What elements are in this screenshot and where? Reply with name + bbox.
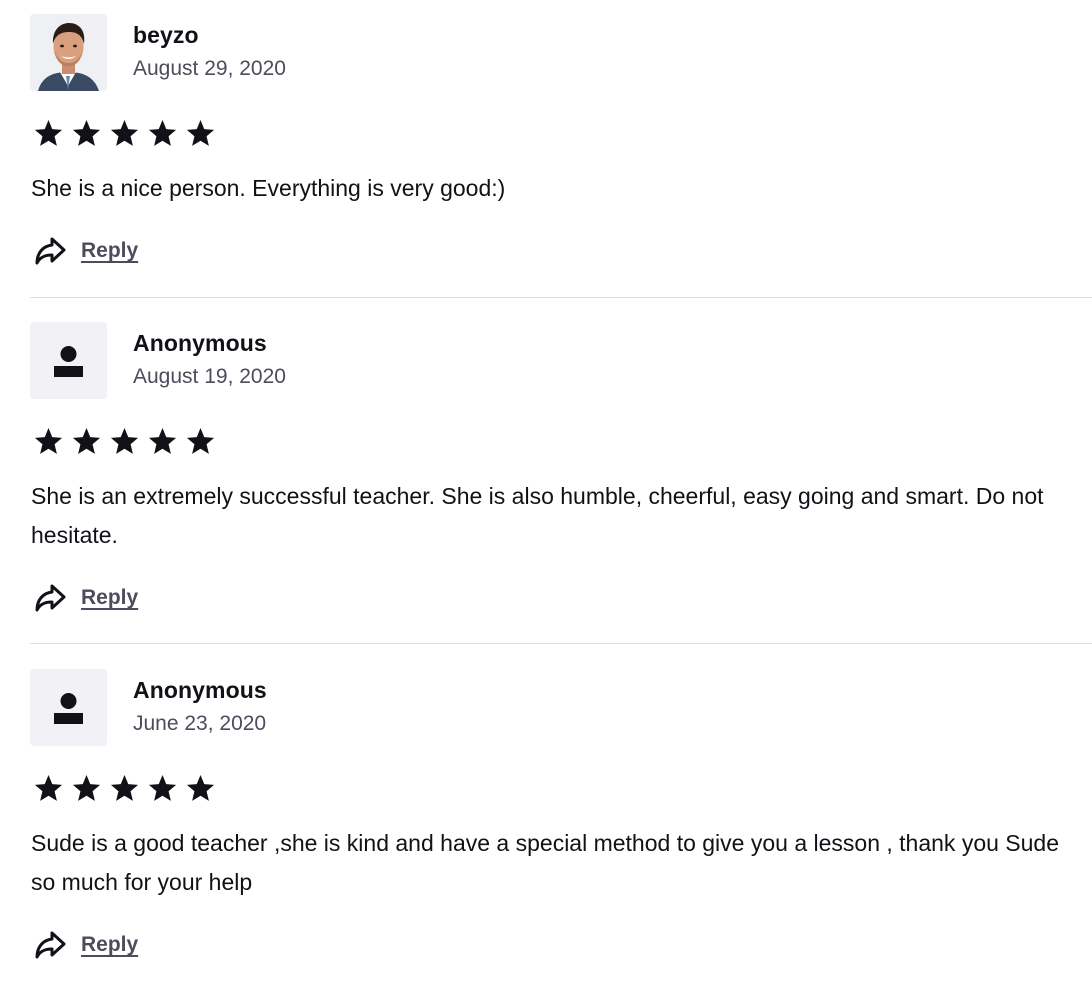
reply-arrow-icon [35,931,66,959]
star-icon [148,774,177,801]
star-icon [186,119,215,146]
star-icon [110,774,139,801]
reply-arrow-icon [35,584,66,612]
review-text: She is an extremely successful teacher. … [31,483,1044,548]
reviewer-name: Anonymous [133,677,267,703]
review-date: June 23, 2020 [133,712,267,735]
reply-label[interactable]: Reply [81,933,138,957]
star-icon [72,774,101,801]
star-icon [110,427,139,454]
star-icon [34,119,63,146]
star-rating [33,426,216,457]
avatar[interactable] [30,669,107,746]
review-text: Sude is a good teacher ,she is kind and … [31,830,1060,895]
reviewer-name: beyzo [133,22,199,48]
avatar[interactable] [30,14,107,91]
review-item: beyzo August 29, 2020 She is a nice pers… [30,14,1080,284]
star-icon [72,119,101,146]
review-header: beyzo August 29, 2020 [30,14,1080,92]
user-photo-icon [30,14,107,91]
review-item: Anonymous August 19, 2020 She is an extr… [30,322,1080,632]
star-icon [110,119,139,146]
star-icon [34,427,63,454]
review-header: Anonymous June 23, 2020 [30,669,1080,747]
reply-button[interactable]: Reply [34,583,138,613]
anonymous-user-icon [30,669,107,746]
reviewer-name: Anonymous [133,330,267,356]
review-date: August 19, 2020 [133,365,286,388]
review-date: August 29, 2020 [133,57,286,80]
star-icon [148,119,177,146]
reply-button[interactable]: Reply [34,930,138,960]
star-rating [33,118,216,149]
reply-label[interactable]: Reply [81,239,138,263]
avatar[interactable] [30,322,107,399]
divider [30,297,1092,298]
star-icon [34,774,63,801]
star-rating [33,773,216,804]
reply-label[interactable]: Reply [81,586,138,610]
reply-button[interactable]: Reply [34,236,138,266]
star-icon [186,774,215,801]
review-item: Anonymous June 23, 2020 Sude is a good t… [30,669,1080,979]
star-icon [186,427,215,454]
star-icon [72,427,101,454]
review-text: She is a nice person. Everything is very… [31,175,506,201]
star-icon [148,427,177,454]
anonymous-user-icon [30,322,107,399]
divider [30,643,1092,644]
review-header: Anonymous August 19, 2020 [30,322,1080,400]
reply-arrow-icon [35,237,66,265]
